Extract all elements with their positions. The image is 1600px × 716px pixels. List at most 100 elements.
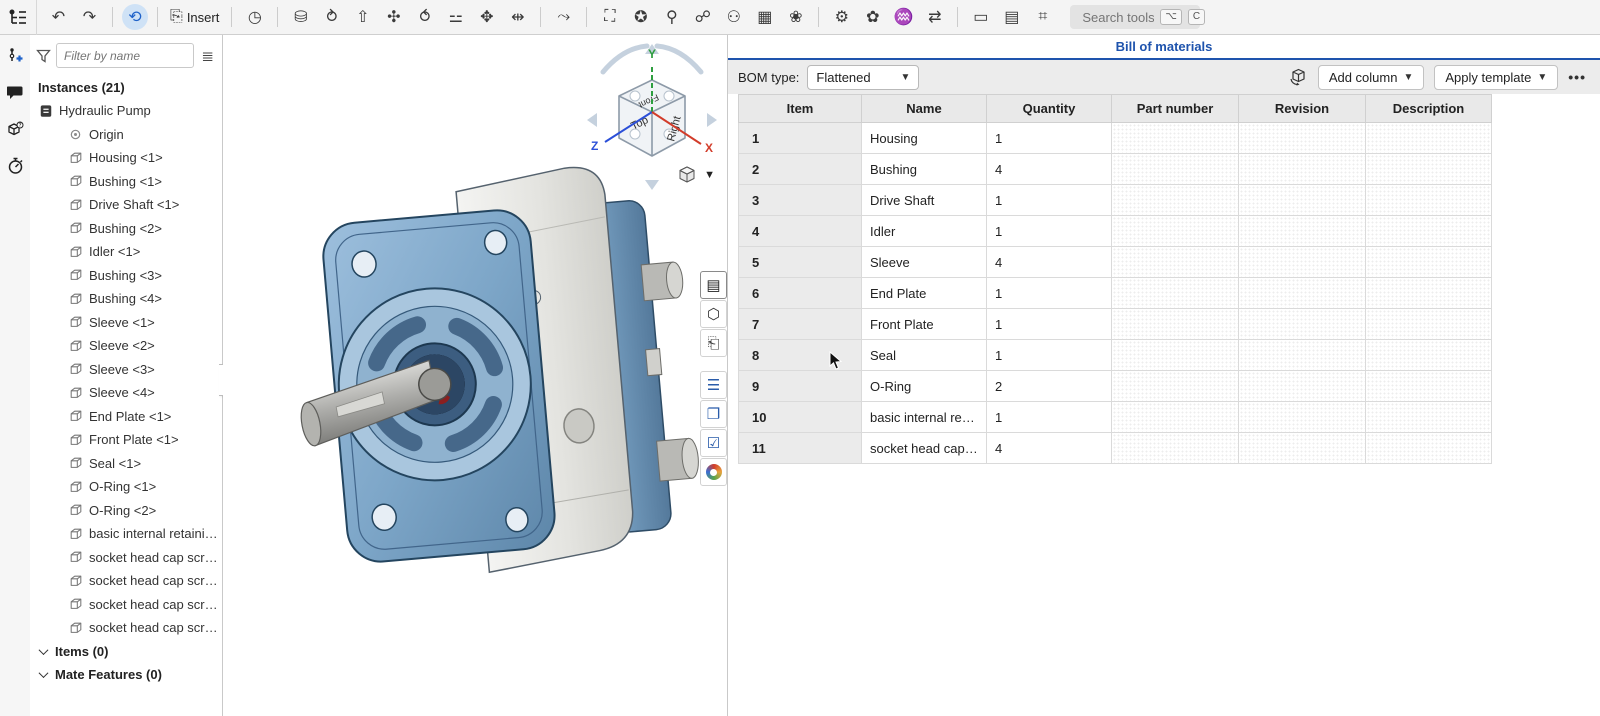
fastened-mate-icon[interactable]: ⛁ — [287, 4, 314, 31]
bom-cell-item[interactable]: 5 — [739, 247, 862, 278]
bom-cell-description[interactable] — [1366, 185, 1492, 216]
bom-cell-item[interactable]: 2 — [739, 154, 862, 185]
tree-item-sleeve-3[interactable]: Sleeve <3> — [30, 358, 222, 382]
bom-cell-name[interactable]: Drive Shaft — [862, 185, 987, 216]
bom-column-part-number[interactable]: Part number — [1112, 95, 1239, 123]
display-states-icon[interactable]: ▤ — [998, 4, 1025, 31]
appearance-icon[interactable] — [700, 458, 727, 486]
bom-cell-revision[interactable] — [1239, 247, 1366, 278]
bom-cell-qty[interactable]: 4 — [987, 247, 1112, 278]
redo-icon[interactable]: ↷ — [76, 4, 103, 31]
snap-mode-icon[interactable]: ⤳ — [550, 4, 577, 31]
tree-item-socket-head-cap-scre[interactable]: socket head cap scre... — [30, 546, 222, 570]
bom-cell-description[interactable] — [1366, 278, 1492, 309]
bom-cell-part-number[interactable] — [1112, 216, 1239, 247]
tree-item-bushing-4[interactable]: Bushing <4> — [30, 287, 222, 311]
insert-instance-icon[interactable] — [5, 45, 25, 65]
bom-cell-part-number[interactable] — [1112, 340, 1239, 371]
bom-cell-revision[interactable] — [1239, 123, 1366, 154]
bom-cell-revision[interactable] — [1239, 216, 1366, 247]
group-icon[interactable]: ☍ — [689, 4, 716, 31]
replicate-icon[interactable]: ⚙ — [828, 4, 855, 31]
tree-item-end-plate-1[interactable]: End Plate <1> — [30, 405, 222, 429]
view-mode-dropdown[interactable]: ▼ — [677, 165, 715, 185]
items-section[interactable]: Items (0) — [30, 640, 222, 664]
insert-part-icon[interactable]: ⚲ — [658, 4, 685, 31]
mate-features-section[interactable]: Mate Features (0) — [30, 663, 222, 687]
bom-cell-qty[interactable]: 1 — [987, 309, 1112, 340]
bom-cell-name[interactable]: Front Plate — [862, 309, 987, 340]
mate-connector-icon[interactable]: ✪ — [627, 4, 654, 31]
bom-cell-name[interactable]: Housing — [862, 123, 987, 154]
tree-item-sleeve-2[interactable]: Sleeve <2> — [30, 334, 222, 358]
filter-by-name-input[interactable] — [56, 43, 194, 68]
bom-cell-part-number[interactable] — [1112, 309, 1239, 340]
bom-cell-part-number[interactable] — [1112, 278, 1239, 309]
explode-icon[interactable]: ♒ — [890, 4, 917, 31]
exploded-views-icon[interactable]: ⬡ — [700, 300, 727, 328]
filter-icon[interactable] — [36, 49, 51, 63]
bom-cell-revision[interactable] — [1239, 371, 1366, 402]
measure-icon[interactable]: ⌗ — [1029, 4, 1056, 31]
sync-icon[interactable]: ⟲ — [122, 4, 148, 30]
tree-item-basic-internal-retainin[interactable]: basic internal retainin... — [30, 522, 222, 546]
bom-cell-name[interactable]: basic internal retain... — [862, 402, 987, 433]
tree-item-idler-1[interactable]: Idler <1> — [30, 240, 222, 264]
tree-item-socket-head-cap-scre[interactable]: socket head cap scre... — [30, 616, 222, 640]
section-view-icon[interactable]: ▭ — [967, 4, 994, 31]
bom-cell-revision[interactable] — [1239, 309, 1366, 340]
apply-template-button[interactable]: Apply template ▼ — [1434, 65, 1558, 90]
bom-cell-name[interactable]: socket head cap scr... — [862, 433, 987, 464]
tree-item-socket-head-cap-scre[interactable]: socket head cap scre... — [30, 593, 222, 617]
clock-icon[interactable]: ◷ — [241, 4, 268, 31]
bom-cell-item[interactable]: 1 — [739, 123, 862, 154]
feature-pattern-icon[interactable]: ✿ — [859, 4, 886, 31]
bom-cell-revision[interactable] — [1239, 278, 1366, 309]
bom-cell-revision[interactable] — [1239, 433, 1366, 464]
bom-cell-qty[interactable]: 1 — [987, 278, 1112, 309]
planar-mate-icon[interactable]: ✣ — [380, 4, 407, 31]
tree-item-seal-1[interactable]: Seal <1> — [30, 452, 222, 476]
bom-cell-part-number[interactable] — [1112, 247, 1239, 278]
bom-cell-name[interactable]: Idler — [862, 216, 987, 247]
bom-cell-qty[interactable]: 1 — [987, 340, 1112, 371]
bom-column-description[interactable]: Description — [1366, 95, 1492, 123]
bom-cell-description[interactable] — [1366, 309, 1492, 340]
history-icon[interactable] — [5, 156, 25, 176]
bom-cell-description[interactable] — [1366, 216, 1492, 247]
bom-cell-part-number[interactable] — [1112, 123, 1239, 154]
bom-column-quantity[interactable]: Quantity — [987, 95, 1112, 123]
bom-cell-revision[interactable] — [1239, 185, 1366, 216]
tree-item-socket-head-cap-scre[interactable]: socket head cap scre... — [30, 569, 222, 593]
named-positions-icon[interactable]: ⎗ — [700, 329, 727, 357]
bom-cell-item[interactable]: 7 — [739, 309, 862, 340]
bom-cell-part-number[interactable] — [1112, 402, 1239, 433]
bom-panel-icon[interactable]: ▤ — [700, 271, 727, 299]
add-column-button[interactable]: Add column ▼ — [1318, 65, 1425, 90]
tree-item-drive-shaft-1[interactable]: Drive Shaft <1> — [30, 193, 222, 217]
gear-relation-icon[interactable]: ❀ — [782, 4, 809, 31]
bom-cell-qty[interactable]: 4 — [987, 433, 1112, 464]
tree-item-bushing-1[interactable]: Bushing <1> — [30, 170, 222, 194]
tree-item-housing-1[interactable]: Housing <1> — [30, 146, 222, 170]
bom-type-select[interactable]: Flattened ▼ — [807, 65, 919, 90]
tree-item-o-ring-2[interactable]: O-Ring <2> — [30, 499, 222, 523]
tree-item-bushing-3[interactable]: Bushing <3> — [30, 264, 222, 288]
bom-cell-part-number[interactable] — [1112, 185, 1239, 216]
more-options-button[interactable]: ••• — [1568, 69, 1586, 85]
bom-cell-revision[interactable] — [1239, 402, 1366, 433]
part-info-icon[interactable]: ? — [5, 119, 25, 139]
bom-cell-name[interactable]: O-Ring — [862, 371, 987, 402]
bom-cell-revision[interactable] — [1239, 154, 1366, 185]
bom-cell-qty[interactable]: 1 — [987, 216, 1112, 247]
bom-cell-part-number[interactable] — [1112, 371, 1239, 402]
bom-cell-name[interactable]: Sleeve — [862, 247, 987, 278]
bom-cell-description[interactable] — [1366, 154, 1492, 185]
bom-cell-part-number[interactable] — [1112, 433, 1239, 464]
undo-icon[interactable]: ↶ — [45, 4, 72, 31]
configuration-icon[interactable]: ⇄ — [921, 4, 948, 31]
bom-cell-name[interactable]: Seal — [862, 340, 987, 371]
search-tools-input[interactable] — [1082, 10, 1154, 25]
bom-cell-description[interactable] — [1366, 340, 1492, 371]
bom-cell-qty[interactable]: 4 — [987, 154, 1112, 185]
